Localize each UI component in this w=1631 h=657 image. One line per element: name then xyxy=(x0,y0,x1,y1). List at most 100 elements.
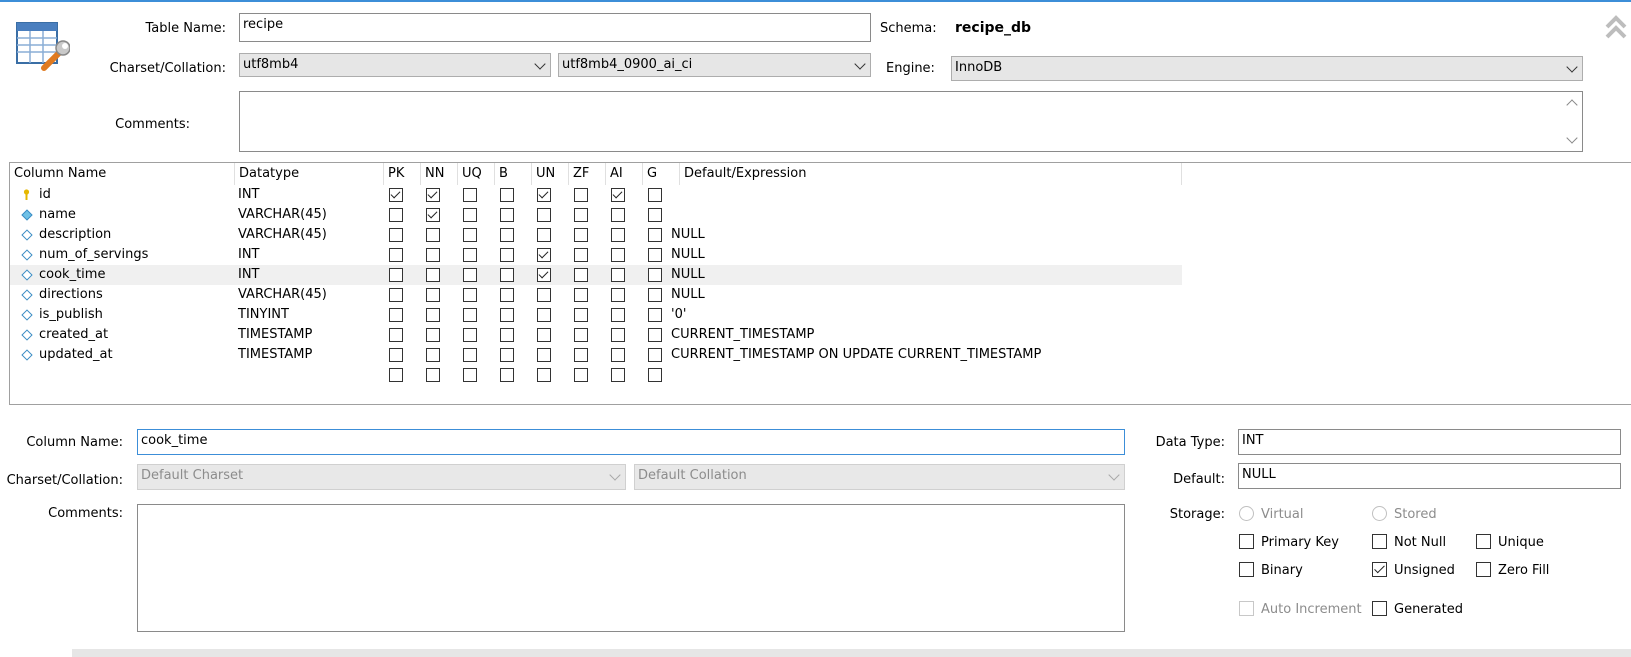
column-collation-select[interactable]: Default Collation xyxy=(634,464,1125,490)
cell-default[interactable]: NULL xyxy=(671,285,705,305)
cell-g-checkbox[interactable] xyxy=(648,348,662,362)
cell-column-name[interactable]: description xyxy=(39,225,111,245)
cell-zf-checkbox[interactable] xyxy=(574,188,588,202)
cell-zf-checkbox[interactable] xyxy=(574,368,588,382)
cell-default[interactable]: NULL xyxy=(671,245,705,265)
zero-fill-checkbox[interactable] xyxy=(1476,562,1491,577)
columns-grid[interactable]: Column Name Datatype PK NN UQ B UN ZF AI… xyxy=(9,162,1631,405)
header-zf[interactable]: ZF xyxy=(569,163,606,185)
table-row[interactable]: name VARCHAR(45) xyxy=(10,205,1182,225)
cell-datatype[interactable]: TINYINT xyxy=(238,305,289,325)
cell-pk-checkbox[interactable] xyxy=(389,308,403,322)
cell-b-checkbox[interactable] xyxy=(500,268,514,282)
table-row[interactable]: num_of_servings INT NULL xyxy=(10,245,1182,265)
cell-b-checkbox[interactable] xyxy=(500,208,514,222)
cell-nn-checkbox[interactable] xyxy=(426,228,440,242)
cell-g-checkbox[interactable] xyxy=(648,328,662,342)
header-uq[interactable]: UQ xyxy=(458,163,495,185)
cell-zf-checkbox[interactable] xyxy=(574,268,588,282)
cell-nn-checkbox[interactable] xyxy=(426,268,440,282)
cell-nn-checkbox[interactable] xyxy=(426,288,440,302)
cell-ai-checkbox[interactable] xyxy=(611,248,625,262)
cell-uq-checkbox[interactable] xyxy=(463,188,477,202)
cell-zf-checkbox[interactable] xyxy=(574,348,588,362)
cell-b-checkbox[interactable] xyxy=(500,348,514,362)
cell-pk-checkbox[interactable] xyxy=(389,248,403,262)
scroll-up-icon[interactable] xyxy=(1566,99,1578,111)
cell-un-checkbox[interactable] xyxy=(537,188,551,202)
cell-column-name[interactable]: directions xyxy=(39,285,103,305)
header-column-name[interactable]: Column Name xyxy=(10,163,235,185)
cell-nn-checkbox[interactable] xyxy=(426,248,440,262)
cell-uq-checkbox[interactable] xyxy=(463,208,477,222)
cell-pk-checkbox[interactable] xyxy=(389,328,403,342)
cell-datatype[interactable]: INT xyxy=(238,265,260,285)
cell-pk-checkbox[interactable] xyxy=(389,208,403,222)
header-default[interactable]: Default/Expression xyxy=(680,163,1182,185)
table-row[interactable]: directions VARCHAR(45) NULL xyxy=(10,285,1182,305)
cell-nn-checkbox[interactable] xyxy=(426,328,440,342)
generated-checkbox[interactable] xyxy=(1372,601,1387,616)
cell-zf-checkbox[interactable] xyxy=(574,208,588,222)
cell-ai-checkbox[interactable] xyxy=(611,188,625,202)
cell-un-checkbox[interactable] xyxy=(537,208,551,222)
table-row[interactable]: cook_time INT NULL xyxy=(10,265,1182,285)
cell-column-name[interactable]: updated_at xyxy=(39,345,113,365)
cell-column-name[interactable]: name xyxy=(39,205,76,225)
not-null-checkbox[interactable] xyxy=(1372,534,1387,549)
cell-b-checkbox[interactable] xyxy=(500,288,514,302)
cell-b-checkbox[interactable] xyxy=(500,328,514,342)
unsigned-checkbox[interactable] xyxy=(1372,562,1387,577)
scroll-down-icon[interactable] xyxy=(1566,132,1578,144)
cell-datatype[interactable]: VARCHAR(45) xyxy=(238,205,327,225)
cell-ai-checkbox[interactable] xyxy=(611,228,625,242)
cell-column-name[interactable]: num_of_servings xyxy=(39,245,148,265)
cell-ai-checkbox[interactable] xyxy=(611,288,625,302)
header-g[interactable]: G xyxy=(643,163,680,185)
table-row-new[interactable] xyxy=(10,365,1182,385)
cell-b-checkbox[interactable] xyxy=(500,228,514,242)
cell-pk-checkbox[interactable] xyxy=(389,368,403,382)
cell-nn-checkbox[interactable] xyxy=(426,188,440,202)
header-ai[interactable]: AI xyxy=(606,163,643,185)
cell-uq-checkbox[interactable] xyxy=(463,268,477,282)
data-type-input[interactable]: INT xyxy=(1238,429,1621,455)
double-chevron-up-icon[interactable] xyxy=(1604,14,1628,42)
cell-nn-checkbox[interactable] xyxy=(426,208,440,222)
cell-uq-checkbox[interactable] xyxy=(463,328,477,342)
column-charset-select[interactable]: Default Charset xyxy=(137,464,626,490)
table-name-input[interactable]: recipe xyxy=(239,13,871,42)
header-un[interactable]: UN xyxy=(532,163,569,185)
cell-zf-checkbox[interactable] xyxy=(574,228,588,242)
cell-g-checkbox[interactable] xyxy=(648,268,662,282)
table-row[interactable]: updated_at TIMESTAMP CURRENT_TIMESTAMP ON … xyxy=(10,345,1182,365)
cell-g-checkbox[interactable] xyxy=(648,308,662,322)
charset-select[interactable]: utf8mb4 xyxy=(239,53,551,77)
cell-pk-checkbox[interactable] xyxy=(389,268,403,282)
cell-un-checkbox[interactable] xyxy=(537,228,551,242)
cell-ai-checkbox[interactable] xyxy=(611,208,625,222)
cell-zf-checkbox[interactable] xyxy=(574,308,588,322)
cell-un-checkbox[interactable] xyxy=(537,348,551,362)
header-pk[interactable]: PK xyxy=(384,163,421,185)
cell-un-checkbox[interactable] xyxy=(537,368,551,382)
cell-un-checkbox[interactable] xyxy=(537,288,551,302)
cell-default[interactable]: NULL xyxy=(671,265,705,285)
header-nn[interactable]: NN xyxy=(421,163,458,185)
cell-nn-checkbox[interactable] xyxy=(426,348,440,362)
cell-datatype[interactable]: INT xyxy=(238,245,260,265)
cell-b-checkbox[interactable] xyxy=(500,248,514,262)
header-b[interactable]: B xyxy=(495,163,532,185)
default-input[interactable]: NULL xyxy=(1238,463,1621,489)
cell-column-name[interactable]: created_at xyxy=(39,325,108,345)
cell-un-checkbox[interactable] xyxy=(537,268,551,282)
table-row[interactable]: description VARCHAR(45) NULL xyxy=(10,225,1182,245)
cell-column-name[interactable]: is_publish xyxy=(39,305,103,325)
table-row[interactable]: id INT xyxy=(10,185,1182,205)
cell-pk-checkbox[interactable] xyxy=(389,348,403,362)
cell-g-checkbox[interactable] xyxy=(648,288,662,302)
cell-default[interactable]: NULL xyxy=(671,225,705,245)
unique-checkbox[interactable] xyxy=(1476,534,1491,549)
cell-zf-checkbox[interactable] xyxy=(574,288,588,302)
cell-b-checkbox[interactable] xyxy=(500,188,514,202)
